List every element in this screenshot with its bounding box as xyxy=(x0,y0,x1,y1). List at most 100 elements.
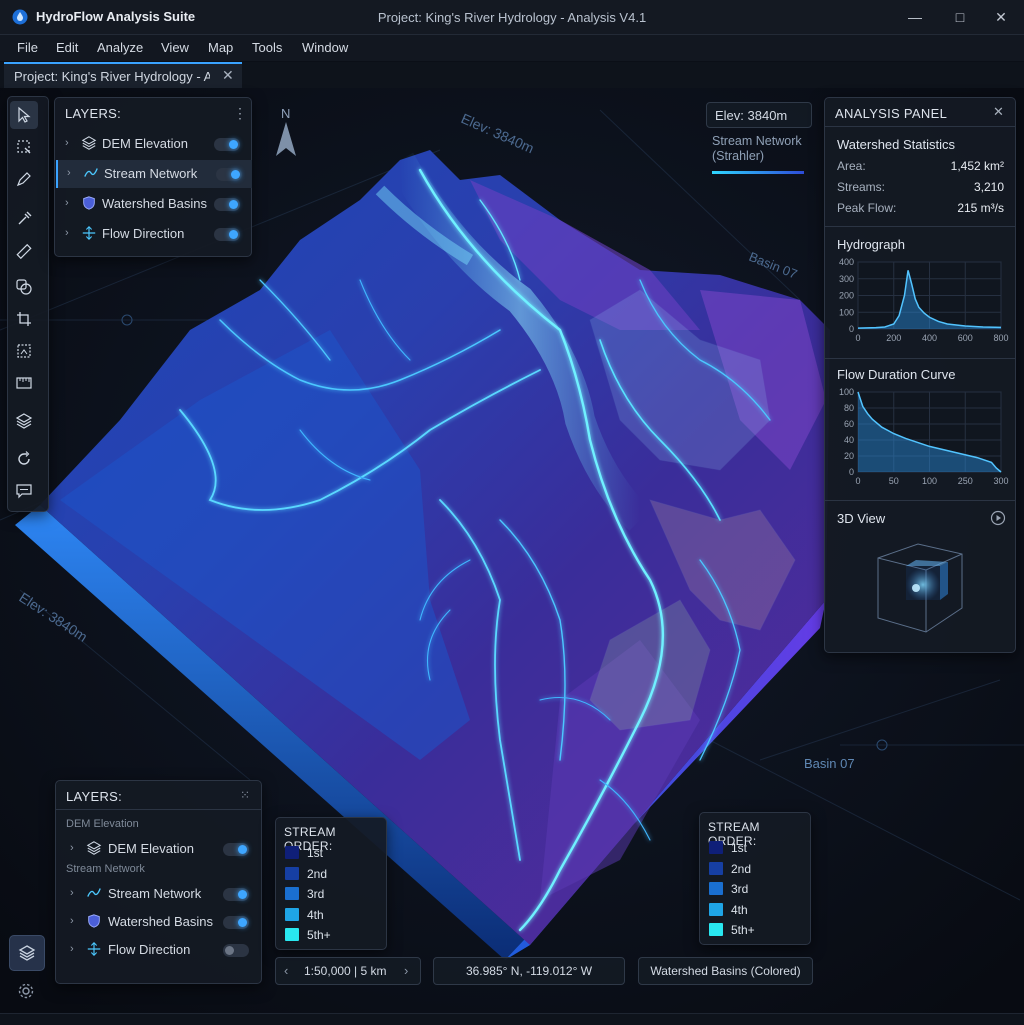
layer-row[interactable]: › Stream Network xyxy=(57,880,260,908)
north-label: N xyxy=(281,106,290,121)
tool-button-layers[interactable] xyxy=(10,407,38,435)
tool-button-draw-pen[interactable] xyxy=(10,165,38,193)
window-title: Project: King's River Hydrology - Analys… xyxy=(377,10,647,25)
tool-button-ruler-scale[interactable] xyxy=(10,369,38,397)
layer-visibility-toggle[interactable] xyxy=(223,944,249,957)
gear-icon[interactable] xyxy=(17,982,35,1000)
layer-visibility-toggle[interactable] xyxy=(223,916,249,929)
stat-value: 3,210 xyxy=(973,180,1004,194)
chevron-right-icon[interactable]: › xyxy=(65,227,69,239)
scale-prev-button[interactable]: ‹ xyxy=(284,963,288,978)
y-tick-label: 20 xyxy=(844,451,854,461)
layers-dock-button[interactable] xyxy=(9,935,45,971)
x-tick-label: 200 xyxy=(886,333,901,343)
document-tab[interactable]: Project: King's River Hydrology - A... ✕ xyxy=(4,62,242,88)
tool-button-image-export[interactable] xyxy=(10,337,38,365)
menu-window[interactable]: Window xyxy=(302,40,348,55)
flow-direction-icon xyxy=(87,942,101,956)
chevron-right-icon[interactable]: › xyxy=(70,842,74,854)
hydrograph-chart: 0 100 200 300 400 0 200 400 600 800 xyxy=(839,257,1009,343)
legend-title: STREAM ORDER: xyxy=(708,820,760,848)
chevron-right-icon[interactable]: › xyxy=(67,167,71,179)
x-tick-label: 0 xyxy=(855,333,860,343)
caption-line: Stream Network xyxy=(712,134,802,148)
maximize-button[interactable]: □ xyxy=(945,6,975,28)
panel-menu-icon[interactable]: ⁙ xyxy=(240,788,250,802)
layer-visibility-toggle[interactable] xyxy=(214,198,240,211)
layer-visibility-toggle[interactable] xyxy=(216,168,242,181)
measure-ruler-icon xyxy=(16,243,32,260)
tool-button-measure-ruler[interactable] xyxy=(10,237,38,265)
y-tick-label: 60 xyxy=(844,419,854,429)
layer-row[interactable]: › DEM Elevation xyxy=(56,130,250,158)
layers-panel-bottom: LAYERS: ⁙ DEM Elevation › DEM Elevation Str… xyxy=(55,780,262,984)
toggle-knob xyxy=(229,200,238,209)
status-strip xyxy=(0,1013,1024,1025)
chevron-right-icon[interactable]: › xyxy=(70,887,74,899)
legend-label: 1st xyxy=(731,841,748,855)
close-window-button[interactable]: ✕ xyxy=(986,6,1016,28)
tool-button-eyedropper[interactable] xyxy=(10,205,38,233)
stream-order-legend: STREAM ORDER: 1st 2nd 3rd 4th 5th+ xyxy=(275,817,387,950)
layers-icon xyxy=(81,136,97,150)
divider xyxy=(825,358,1015,359)
menu-file[interactable]: File xyxy=(17,40,38,55)
layer-visibility-toggle[interactable] xyxy=(214,138,240,151)
coordinates-readout: 36.985° N, -119.012° W xyxy=(433,957,625,985)
menu-edit[interactable]: Edit xyxy=(56,40,78,55)
basins-mode-label[interactable]: Watershed Basins (Colored) xyxy=(638,957,813,985)
flow-duration-title: Flow Duration Curve xyxy=(837,367,956,382)
legend-label: 3rd xyxy=(731,882,749,896)
layers-panel-top: LAYERS: ⋮ › DEM Elevation › Stream Network ›… xyxy=(54,97,252,257)
layer-visibility-toggle[interactable] xyxy=(223,888,249,901)
layer-label: Flow Direction xyxy=(102,226,185,241)
tool-button-rotate[interactable] xyxy=(10,445,38,473)
stat-label: Peak Flow: xyxy=(837,201,897,215)
3d-cube-icon[interactable] xyxy=(870,536,970,640)
tool-button-select-arrow[interactable] xyxy=(10,101,38,129)
x-tick-label: 800 xyxy=(993,333,1008,343)
layer-row[interactable]: › Watershed Basins xyxy=(57,908,260,936)
select-arrow-icon xyxy=(18,106,31,123)
y-tick-label: 0 xyxy=(849,467,854,477)
menu-bar xyxy=(0,35,1024,61)
legend-title: STREAM ORDER: xyxy=(284,825,336,853)
layer-row[interactable]: › DEM Elevation xyxy=(57,835,260,863)
legend-label: 4th xyxy=(731,902,748,917)
tool-button-lasso-select[interactable] xyxy=(10,133,38,161)
menu-analyze[interactable]: Analyze xyxy=(97,40,143,55)
layer-row[interactable]: › Stream Network xyxy=(56,160,252,188)
tool-button-crop[interactable] xyxy=(10,305,38,333)
layer-visibility-toggle[interactable] xyxy=(223,843,249,856)
layers-icon xyxy=(86,841,102,855)
layer-visibility-toggle[interactable] xyxy=(214,228,240,241)
toggle-knob xyxy=(225,946,234,955)
chevron-right-icon[interactable]: › xyxy=(65,137,69,149)
layer-label: Flow Direction xyxy=(108,942,191,957)
tool-button-comment[interactable] xyxy=(10,477,38,505)
layer-row[interactable]: › Flow Direction xyxy=(56,220,250,248)
chevron-right-icon[interactable]: › xyxy=(65,197,69,209)
analysis-close-button[interactable]: ✕ xyxy=(993,104,1004,120)
layers-title: LAYERS: xyxy=(66,789,123,804)
chevron-right-icon[interactable]: › xyxy=(70,915,74,927)
tool-button-overlap[interactable] xyxy=(10,273,38,301)
menu-map[interactable]: Map xyxy=(208,40,233,55)
x-tick-label: 300 xyxy=(993,476,1008,486)
layer-row[interactable]: › Watershed Basins xyxy=(56,190,250,218)
minimize-button[interactable]: — xyxy=(900,6,930,28)
play-icon[interactable] xyxy=(990,510,1006,526)
tab-close-button[interactable]: ✕ xyxy=(222,67,234,84)
scale-next-button[interactable]: › xyxy=(404,963,408,978)
legend-swatch xyxy=(709,902,723,916)
panel-menu-icon[interactable]: ⋮ xyxy=(233,105,247,122)
menu-view[interactable]: View xyxy=(161,40,189,55)
layer-row[interactable]: › Flow Direction xyxy=(57,936,260,964)
legend-label: 3rd xyxy=(307,887,325,901)
chevron-right-icon[interactable]: › xyxy=(70,943,74,955)
elevation-readout: Elev: 3840m xyxy=(706,102,812,128)
menu-tools[interactable]: Tools xyxy=(252,40,282,55)
stream-order-legend: STREAM ORDER: 1st 2nd 3rd 4th 5th+ xyxy=(699,812,811,945)
toggle-knob xyxy=(238,845,247,854)
flow-direction-icon xyxy=(82,226,96,240)
